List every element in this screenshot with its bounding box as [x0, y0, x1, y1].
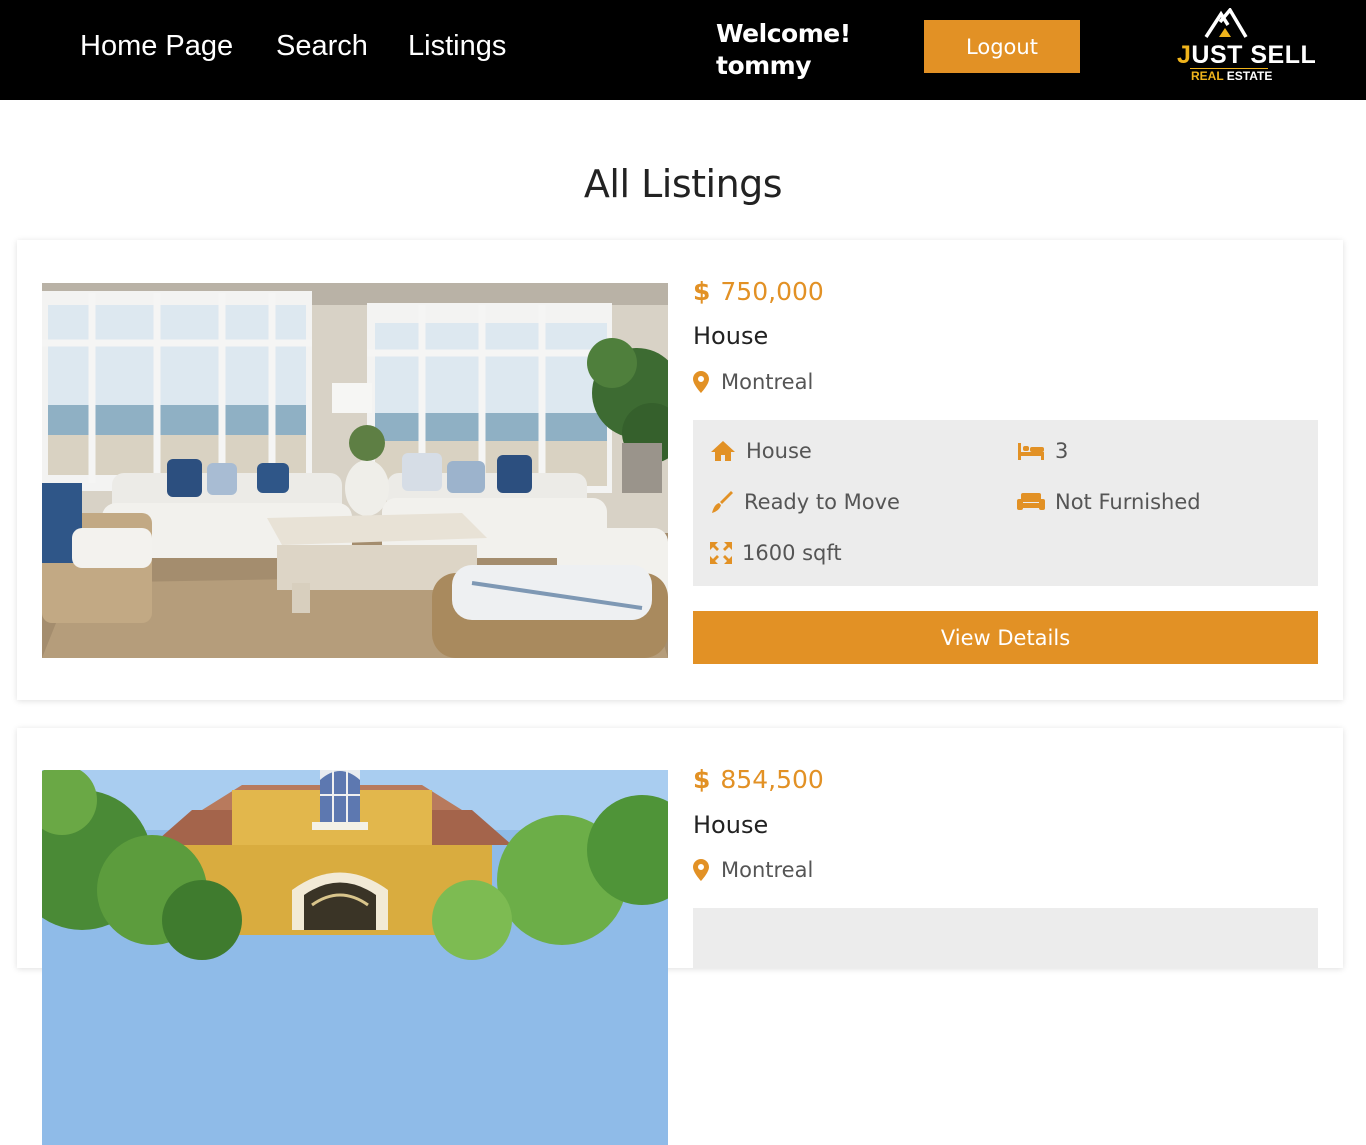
- location-text: Montreal: [721, 858, 814, 882]
- house-exterior-image: [42, 770, 668, 1145]
- logout-button[interactable]: Logout: [924, 20, 1080, 73]
- feature-status: Ready to Move: [710, 490, 900, 514]
- features-panel: House 3 Ready to Move Not Furnished 1600…: [693, 420, 1318, 586]
- welcome-greeting: Welcome!: [716, 19, 851, 48]
- welcome-username: tommy: [716, 51, 812, 80]
- listing-location: Montreal: [693, 370, 813, 394]
- nav-search-link[interactable]: Search: [276, 30, 368, 63]
- listing-card: $750,000 House Montreal House 3 Ready to…: [17, 240, 1343, 700]
- nav-listings-link[interactable]: Listings: [408, 30, 506, 63]
- bed-icon: [1018, 443, 1044, 460]
- roof-logo-icon: [1204, 8, 1248, 38]
- feature-furnishing: Not Furnished: [1017, 490, 1201, 514]
- listing-photo-living-room[interactable]: [42, 283, 668, 658]
- feature-text: House: [746, 439, 812, 463]
- feature-text: Ready to Move: [744, 490, 900, 514]
- map-pin-icon: [693, 859, 709, 881]
- listing-type: House: [693, 811, 769, 839]
- feature-bedrooms: 3: [1017, 439, 1068, 463]
- feature-text: 3: [1055, 439, 1069, 463]
- home-icon: [711, 441, 735, 461]
- logo-wordmark: JUST SELL: [1177, 41, 1317, 69]
- feature-text: Not Furnished: [1055, 490, 1201, 514]
- features-panel: [693, 908, 1318, 968]
- feature-property-type: House: [710, 439, 812, 463]
- feature-text: 1600 sqft: [742, 541, 842, 565]
- listing-type: House: [693, 322, 769, 350]
- view-details-button[interactable]: View Details: [693, 611, 1318, 664]
- welcome-message: Welcome! tommy: [716, 18, 851, 82]
- feature-area: 1600 sqft: [710, 541, 842, 565]
- logo-subtitle: REAL ESTATE: [1191, 69, 1273, 83]
- price-value: 854,500: [720, 765, 824, 794]
- location-text: Montreal: [721, 370, 814, 394]
- dollar-icon: $: [693, 277, 711, 306]
- living-room-image: [42, 283, 668, 658]
- nav-home-link[interactable]: Home Page: [80, 30, 233, 63]
- page-title: All Listings: [583, 162, 783, 206]
- couch-icon: [1017, 493, 1045, 510]
- listing-photo-house-exterior[interactable]: [42, 770, 668, 1145]
- just-sell-logo[interactable]: JUST SELL REAL ESTATE: [1170, 6, 1316, 88]
- dollar-icon: $: [693, 765, 711, 794]
- listing-card: $854,500 House Montreal: [17, 728, 1343, 1145]
- map-pin-icon: [693, 371, 709, 393]
- expand-arrows-icon: [710, 542, 732, 564]
- paint-brush-icon: [712, 491, 733, 513]
- listing-price: $750,000: [693, 277, 824, 306]
- price-value: 750,000: [720, 277, 824, 306]
- top-navbar: Home Page Search Listings Welcome! tommy…: [0, 0, 1366, 100]
- listing-price: $854,500: [693, 765, 824, 794]
- listing-location: Montreal: [693, 858, 813, 882]
